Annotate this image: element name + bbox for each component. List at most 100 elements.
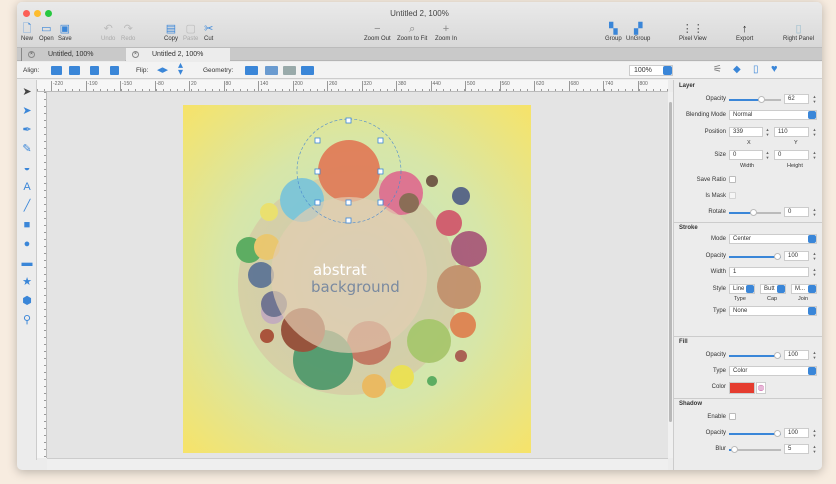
size-height-field[interactable]: 0 bbox=[774, 150, 809, 160]
direct-select-tool-icon[interactable]: ➤ bbox=[21, 105, 33, 117]
ungroup-button[interactable]: ▞ UnGroup bbox=[626, 22, 650, 42]
layer-opacity-field[interactable]: 62 bbox=[784, 94, 809, 104]
right-panel-button[interactable]: ▯ Right Panel bbox=[783, 22, 814, 42]
fill-opacity-field[interactable]: 100 bbox=[784, 350, 809, 360]
fill-type-select[interactable]: Color bbox=[729, 366, 817, 376]
stepper[interactable]: ▲ ▼ bbox=[812, 444, 817, 454]
size-width-field[interactable]: 0 bbox=[729, 150, 763, 160]
stroke-opacity-slider[interactable] bbox=[729, 253, 781, 260]
group-button[interactable]: ▚ Group bbox=[605, 22, 622, 42]
label: Zoom In bbox=[435, 36, 458, 42]
artwork[interactable]: abstrat background bbox=[183, 105, 531, 453]
star-tool-icon[interactable]: ★ bbox=[21, 276, 33, 288]
stroke-width-field[interactable]: 1 bbox=[729, 267, 809, 277]
export-button[interactable]: ↑ Export bbox=[736, 22, 753, 42]
line-type-select[interactable]: Line bbox=[729, 284, 755, 294]
save-button[interactable]: ▣ Save bbox=[58, 22, 72, 42]
cut-button[interactable]: ✂ Cut bbox=[204, 22, 213, 42]
shadow-blur-field[interactable]: 5 bbox=[784, 444, 809, 454]
zoom-out-button[interactable]: − Zoom Out bbox=[364, 22, 391, 42]
stepper[interactable]: ▲ ▼ bbox=[812, 428, 817, 438]
flip-vertical-icon[interactable]: ▴ ▾ bbox=[178, 61, 183, 78]
document-icon[interactable]: ▯ bbox=[753, 64, 759, 75]
pixel-view-button[interactable]: ⋮⋮ Pixel View bbox=[679, 22, 707, 42]
redo-button[interactable]: ↷ Redo bbox=[121, 22, 135, 42]
copy-button[interactable]: ▤ Copy bbox=[164, 22, 178, 42]
paste-button[interactable]: ▢ Paste bbox=[183, 22, 198, 42]
brush-tool-icon[interactable]: ◒ bbox=[21, 162, 33, 174]
ruler-tick-label: 440 bbox=[430, 81, 441, 91]
tab-untitled[interactable]: × Untitled, 100% bbox=[21, 48, 125, 61]
stroke-mode-select[interactable]: Center bbox=[729, 234, 817, 244]
stepper[interactable]: ▲ ▼ bbox=[812, 127, 817, 137]
label: Opacity bbox=[705, 352, 726, 358]
zoom-in-button[interactable]: + Zoom In bbox=[435, 22, 457, 42]
sliders-icon[interactable]: ⚟ bbox=[713, 64, 722, 75]
fill-opacity-slider[interactable] bbox=[729, 352, 781, 359]
save-ratio-checkbox[interactable] bbox=[729, 176, 736, 183]
polygon-tool-icon[interactable]: ⬢ bbox=[21, 295, 33, 307]
color-wheel-icon[interactable]: ◍ bbox=[756, 382, 766, 394]
align-left-icon[interactable] bbox=[51, 66, 62, 75]
rectangle-tool-icon[interactable]: ■ bbox=[21, 219, 33, 231]
layer-opacity-slider[interactable] bbox=[729, 96, 781, 103]
stepper[interactable]: ▲ ▼ bbox=[765, 150, 770, 160]
pen-tool-icon[interactable]: ✒ bbox=[21, 124, 33, 136]
redo-icon: ↷ bbox=[123, 23, 133, 35]
arrow-tool-icon[interactable]: ➤ bbox=[21, 86, 33, 98]
horizontal-scrollbar[interactable] bbox=[47, 458, 668, 470]
pencil-tool-icon[interactable]: ✎ bbox=[21, 143, 33, 155]
stepper[interactable]: ▲ ▼ bbox=[812, 207, 817, 217]
ruler-tick-label: -190 bbox=[85, 81, 98, 91]
zoom-select[interactable]: 100% bbox=[629, 65, 673, 76]
geometry-subtract-icon[interactable] bbox=[265, 66, 278, 75]
align-right-icon[interactable] bbox=[69, 66, 80, 75]
geometry-exclude-icon[interactable] bbox=[301, 66, 314, 75]
flip-horizontal-icon[interactable]: ◂▸ bbox=[157, 63, 168, 76]
scroll-thumb[interactable] bbox=[669, 102, 672, 422]
canvas-text-line2[interactable]: background bbox=[311, 278, 400, 296]
close-tab-icon[interactable]: × bbox=[28, 51, 35, 58]
shadow-blur-slider[interactable] bbox=[729, 446, 781, 453]
ellipse-tool-icon[interactable]: ● bbox=[21, 238, 33, 250]
fill-color-swatch[interactable] bbox=[729, 382, 755, 394]
is-mask-checkbox[interactable] bbox=[729, 192, 736, 199]
stepper[interactable]: ▲ ▼ bbox=[812, 251, 817, 261]
stepper[interactable]: ▲ ▼ bbox=[812, 94, 817, 104]
stepper[interactable]: ▲ ▼ bbox=[765, 127, 770, 137]
rotate-field[interactable]: 0 bbox=[784, 207, 809, 217]
close-tab-icon[interactable]: × bbox=[132, 51, 139, 58]
canvas-text-line1[interactable]: abstrat bbox=[313, 261, 367, 279]
shadow-opacity-slider[interactable] bbox=[729, 430, 781, 437]
blending-mode-select[interactable]: Normal bbox=[729, 110, 817, 120]
stepper[interactable]: ▲ ▼ bbox=[812, 350, 817, 360]
rotate-slider[interactable] bbox=[729, 209, 781, 216]
shadow-enable-checkbox[interactable] bbox=[729, 413, 736, 420]
position-y-field[interactable]: 110 bbox=[774, 127, 809, 137]
new-button[interactable]: 🗋 New bbox=[21, 22, 33, 42]
stroke-opacity-field[interactable]: 100 bbox=[784, 251, 809, 261]
open-button[interactable]: ▭ Open bbox=[39, 22, 54, 42]
geometry-union-icon[interactable] bbox=[245, 66, 258, 75]
cap-select[interactable]: Butt bbox=[760, 284, 786, 294]
text-tool-icon[interactable]: A bbox=[21, 181, 33, 193]
heart-icon[interactable]: ♥ bbox=[771, 63, 778, 75]
align-bottom-icon[interactable] bbox=[110, 66, 119, 75]
rounded-rect-tool-icon[interactable]: ▬ bbox=[21, 257, 33, 269]
stroke-type-select[interactable]: None bbox=[729, 306, 817, 316]
zoom-fit-button[interactable]: ⌕ Zoom to Fit bbox=[397, 22, 427, 42]
line-tool-icon[interactable]: ╱ bbox=[21, 200, 33, 212]
geometry-intersect-icon[interactable] bbox=[283, 66, 296, 75]
ruler-tick-label: -220 bbox=[51, 81, 63, 91]
join-select[interactable]: M... bbox=[791, 284, 817, 294]
align-top-icon[interactable] bbox=[90, 66, 99, 75]
position-x-field[interactable]: 339 bbox=[729, 127, 763, 137]
shadow-opacity-field[interactable]: 100 bbox=[784, 428, 809, 438]
stepper[interactable]: ▲ ▼ bbox=[812, 267, 817, 277]
layers-icon[interactable]: ◆ bbox=[733, 64, 741, 75]
canvas-area[interactable]: abstrat background bbox=[47, 92, 668, 458]
value: None bbox=[733, 308, 748, 314]
undo-button[interactable]: ↶ Undo bbox=[101, 22, 115, 42]
stepper[interactable]: ▲ ▼ bbox=[812, 150, 817, 160]
zoom-tool-icon[interactable]: ⚲ bbox=[21, 314, 33, 326]
